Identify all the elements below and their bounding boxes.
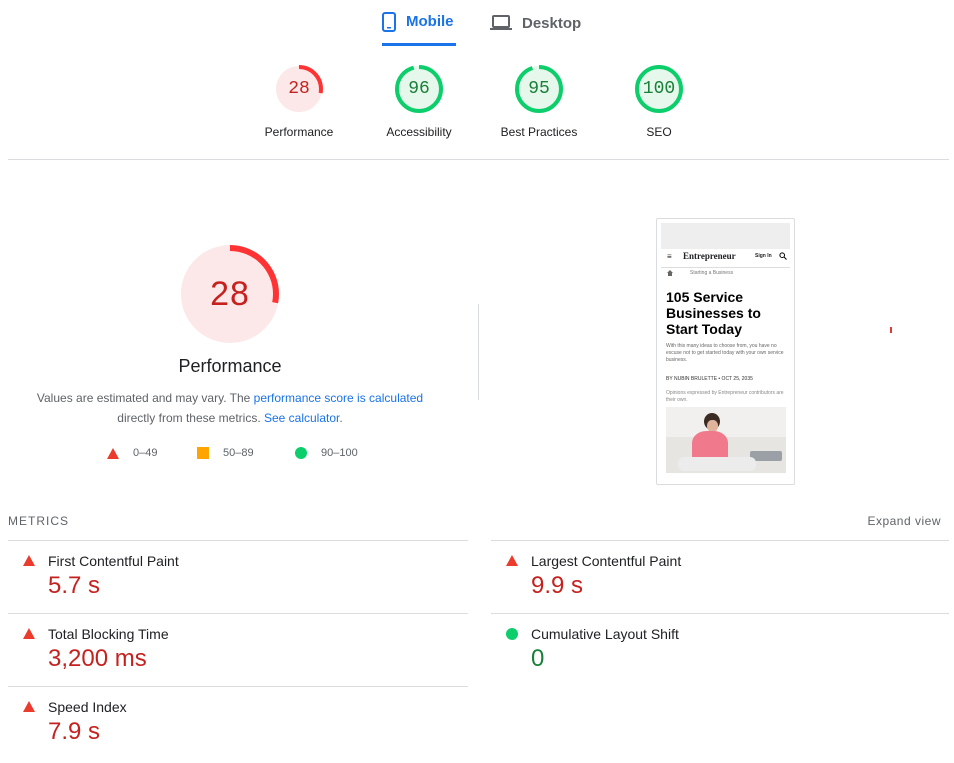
preview-byline: BY NUBIN BRULETTE • OCT 25, 2035	[666, 376, 753, 382]
preview-intro: With this many ideas to choose from, you…	[666, 343, 784, 363]
see-calculator-link[interactable]: See calculator	[264, 411, 339, 425]
legend-pass: 90–100	[295, 447, 358, 459]
preview-note: Opinions expressed by Entrepreneur contr…	[666, 390, 784, 403]
gauge-accessibility-score: 96	[408, 79, 430, 99]
search-icon	[779, 252, 787, 260]
circle-icon	[295, 447, 307, 459]
pass-circle-icon	[506, 628, 518, 640]
preview-headline: 105 Service Businesses to Start Today	[666, 289, 761, 337]
metric-name: Speed Index	[48, 699, 127, 715]
warning-triangle-icon	[23, 701, 35, 712]
desc-text-1: Values are estimated and may vary. The	[36, 391, 254, 405]
tab-mobile[interactable]: Mobile	[382, 0, 456, 46]
metric-name: Cumulative Layout Shift	[531, 626, 679, 642]
warning-triangle-icon	[23, 628, 35, 639]
legend-average: 50–89	[197, 447, 254, 459]
gauge-performance[interactable]: 28 Performance	[239, 64, 359, 139]
performance-score-link[interactable]: performance score is calculated	[254, 391, 423, 405]
smartphone-icon	[382, 11, 396, 32]
gauge-performance-label: Performance	[264, 125, 334, 139]
preview-nav-divider	[661, 267, 790, 268]
legend-fail-label: 0–49	[133, 447, 158, 459]
metrics-divider	[8, 686, 468, 687]
gauge-best-practices-label: Best Practices	[500, 125, 578, 139]
metric-name: First Contentful Paint	[48, 553, 179, 569]
menu-icon: ≡	[667, 252, 672, 261]
metrics-title: METRICS	[8, 514, 69, 528]
metrics-divider	[491, 540, 949, 541]
gauge-seo-label: SEO	[646, 125, 672, 139]
legend-pass-label: 90–100	[321, 447, 358, 459]
metric-value: 0	[531, 645, 545, 672]
triangle-icon	[107, 447, 119, 459]
preview-status-bar	[661, 223, 790, 249]
gauge-best-practices-score: 95	[528, 79, 550, 99]
metrics-divider	[491, 613, 949, 614]
legend-average-label: 50–89	[223, 447, 254, 459]
metric-value: 5.7 s	[48, 572, 101, 599]
laptop-icon	[490, 15, 512, 30]
metric-value: 7.9 s	[48, 718, 101, 745]
preview-navbar: ≡ Entrepreneur Sign In	[661, 251, 790, 265]
tab-desktop-label: Desktop	[522, 14, 582, 32]
page-screenshot-preview[interactable]: ≡ Entrepreneur Sign In Starting a Busine…	[656, 218, 795, 485]
metric-value: 9.9 s	[531, 572, 584, 599]
tab-mobile-label: Mobile	[406, 13, 454, 30]
preview-sign-in: Sign In	[755, 253, 772, 259]
preview-red-marker	[890, 327, 892, 333]
gauge-performance-score: 28	[288, 79, 310, 99]
gauge-accessibility-label: Accessibility	[386, 125, 452, 139]
desc-text-3: .	[339, 411, 343, 425]
warning-triangle-icon	[23, 555, 35, 566]
warning-triangle-icon	[506, 555, 518, 566]
square-icon	[197, 447, 209, 459]
metric-value: 3,200 ms	[48, 645, 147, 672]
metric-name: Total Blocking Time	[48, 626, 169, 642]
metrics-divider	[8, 613, 468, 614]
preview-breadcrumb: Starting a Business	[690, 270, 734, 276]
desc-text-2: directly from these metrics.	[117, 411, 264, 425]
gauge-best-practices[interactable]: 95 Best Practices	[479, 64, 599, 139]
performance-score: 28	[210, 275, 250, 313]
tab-desktop[interactable]: Desktop	[490, 0, 581, 46]
preview-logo: Entrepreneur	[683, 251, 736, 261]
gauge-accessibility[interactable]: 96 Accessibility	[359, 64, 479, 139]
preview-hero-image	[666, 407, 786, 473]
gauge-seo[interactable]: 100 SEO	[599, 64, 719, 139]
gauge-seo-score: 100	[642, 79, 676, 99]
performance-description: Values are estimated and may vary. The p…	[30, 388, 430, 428]
home-icon	[667, 270, 673, 276]
header-divider	[8, 159, 949, 160]
performance-title: Performance	[178, 356, 282, 376]
metrics-divider	[8, 540, 468, 541]
metric-name: Largest Contentful Paint	[531, 553, 682, 569]
legend-fail: 0–49	[107, 447, 157, 459]
vertical-separator	[478, 304, 479, 400]
expand-view-button[interactable]: Expand view	[867, 514, 941, 528]
